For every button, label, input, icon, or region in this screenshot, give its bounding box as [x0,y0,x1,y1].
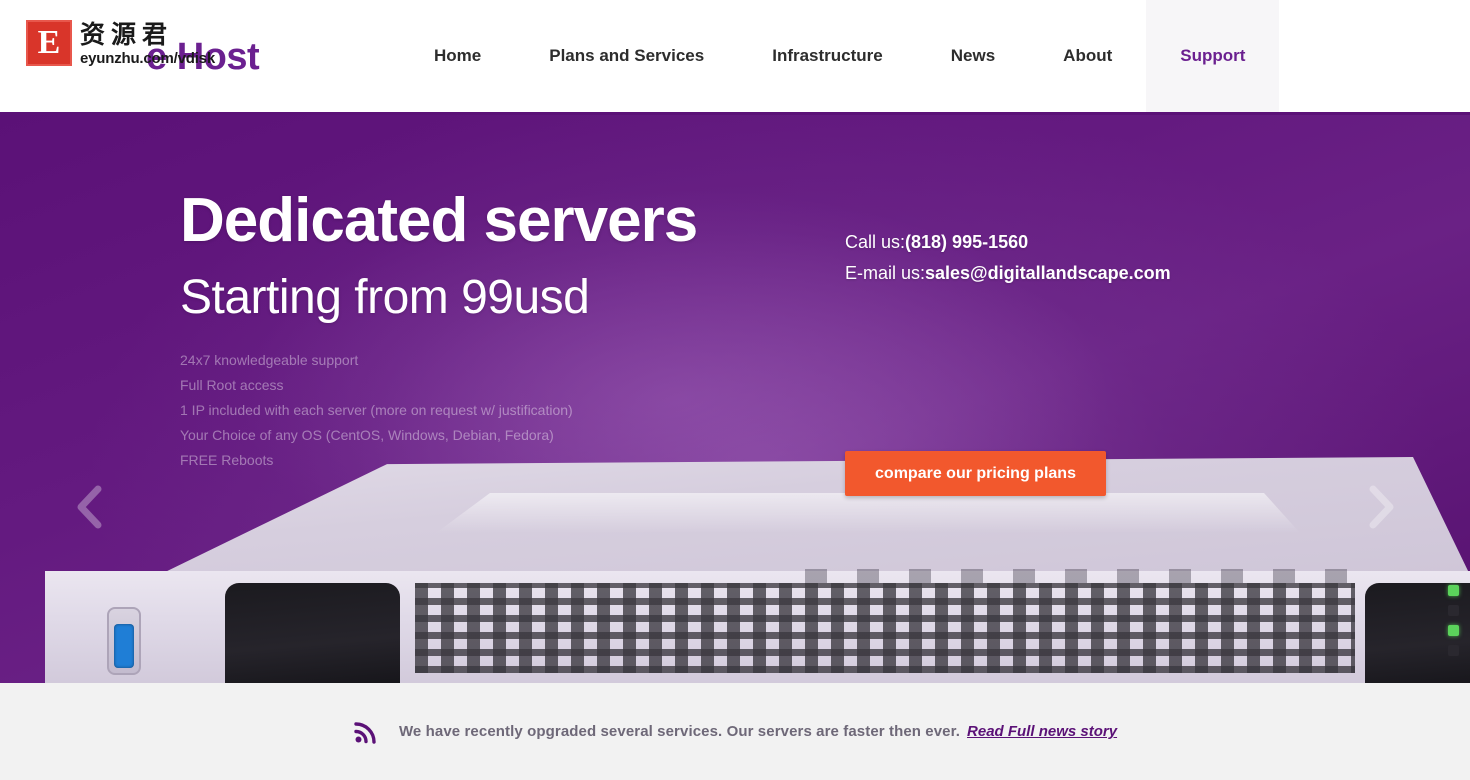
hero-feature-item: Full Root access [180,377,284,393]
read-full-news-story-link[interactable]: Read Full news story [967,723,1117,740]
site-header: e Host E 资源君 eyunzhu.com/vdisk Home Plan… [0,0,1470,115]
watermark-badge-icon: E [26,20,72,66]
slider-next-button[interactable] [1355,480,1409,534]
rss-icon [353,719,379,745]
nav-item-home[interactable]: Home [400,0,515,112]
news-ticker-bar: We have recently opgraded several servic… [0,683,1470,780]
contact-phone-value[interactable]: (818) 995-1560 [905,232,1028,252]
hero-feature-item: FREE Reboots [180,452,274,468]
hero-copy: Dedicated servers Starting from 99usd 24… [180,186,698,473]
hero-feature-list: 24x7 knowledgeable support Full Root acc… [180,348,697,473]
server-drive-bay-left [225,583,400,683]
nav-item-infrastructure[interactable]: Infrastructure [738,0,917,112]
hero-feature-item: Your Choice of any OS (CentOS, Windows, … [180,427,554,443]
watermark-overlay: E 资源君 eyunzhu.com/vdisk [26,20,215,66]
contact-phone-label: Call us: [845,232,906,252]
nav-item-plans-and-services[interactable]: Plans and Services [515,0,738,112]
watermark-cn-text: 资源君 [80,20,174,49]
nav-item-about[interactable]: About [1029,0,1146,112]
hero-subheading: Starting from 99usd [180,271,590,324]
hero-feature-item: 1 IP included with each server (more on … [180,402,573,418]
news-text: We have recently opgraded several servic… [398,723,961,740]
server-top-highlight [436,493,1300,533]
server-vga-port-icon [107,607,141,675]
main-navigation: Home Plans and Services Infrastructure N… [400,0,1280,112]
slider-prev-button[interactable] [62,480,116,534]
contact-email-label: E-mail us: [845,263,926,283]
hero-contact-block: Call us:(818) 995-1560 E-mail us:sales@d… [845,227,1171,289]
chevron-left-icon [72,484,106,530]
chevron-right-icon [1365,484,1399,530]
hero-heading: Dedicated servers [180,186,698,255]
watermark-url-text: eyunzhu.com/vdisk [80,49,215,67]
server-status-leds [1448,585,1462,665]
hero-slider: Dedicated servers Starting from 99usd 24… [0,115,1470,683]
contact-email-value[interactable]: sales@digitallandscape.com [925,263,1171,283]
server-front-face [45,569,1470,683]
contact-email-line: E-mail us:sales@digitallandscape.com [845,258,1171,289]
compare-pricing-plans-button[interactable]: compare our pricing plans [845,451,1106,496]
server-image [0,453,1470,683]
server-vent-grille [415,583,1355,673]
nav-item-news[interactable]: News [917,0,1029,112]
server-label-strip [805,569,1365,583]
nav-item-support[interactable]: Support [1146,0,1280,112]
contact-phone-line: Call us:(818) 995-1560 [845,227,1171,258]
hero-feature-item: 24x7 knowledgeable support [180,352,359,368]
